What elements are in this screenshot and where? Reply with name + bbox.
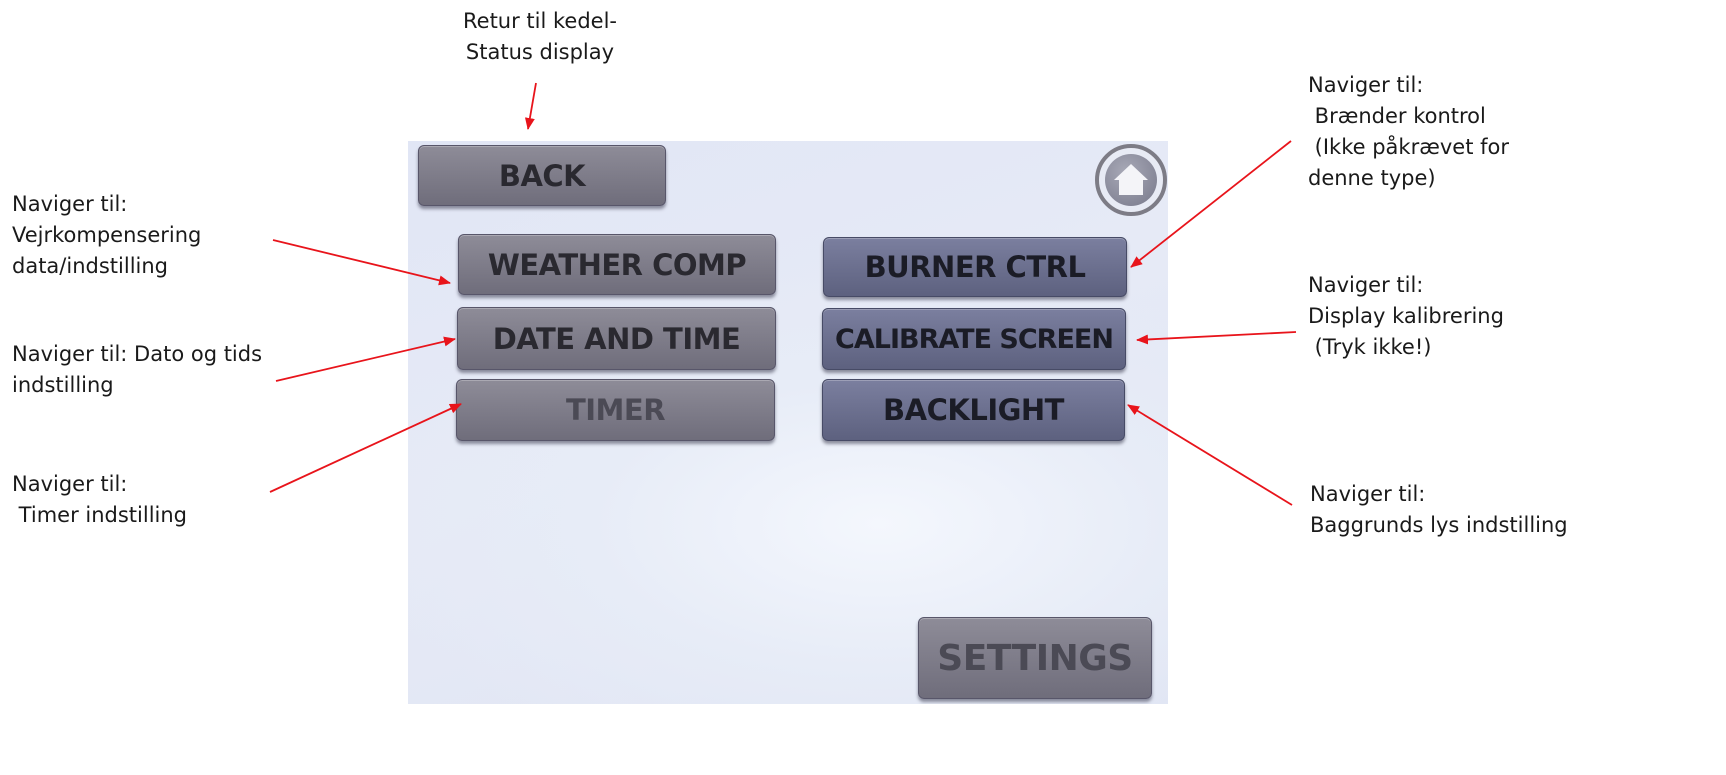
backlight-label: BACKLIGHT bbox=[883, 393, 1064, 427]
annotation-date-line-2: indstilling bbox=[12, 373, 114, 397]
annotation-backlight-line-1: Naviger til: bbox=[1310, 482, 1426, 506]
annotation-backlight: Naviger til: Baggrunds lys indstilling bbox=[1310, 479, 1568, 541]
weather-comp-label: WEATHER COMP bbox=[487, 247, 747, 282]
annotation-back: Retur til kedel- Status display bbox=[420, 6, 660, 68]
annotation-timer-line-1: Naviger til: bbox=[12, 472, 128, 496]
house-glyph bbox=[1114, 164, 1148, 195]
settings-label: SETTINGS bbox=[937, 637, 1133, 679]
date-and-time-button[interactable]: DATE AND TIME bbox=[457, 307, 776, 370]
annotation-calibrate-line-2: Display kalibrering bbox=[1308, 304, 1504, 328]
calibrate-screen-label: CALIBRATE SCREEN bbox=[835, 323, 1114, 355]
settings-button[interactable]: SETTINGS bbox=[918, 617, 1152, 699]
annotation-burner-line-4: denne type) bbox=[1308, 166, 1436, 190]
back-button[interactable]: BACK bbox=[418, 145, 666, 206]
home-icon[interactable] bbox=[1095, 144, 1167, 216]
annotation-weather-line-2: Vejrkompensering bbox=[12, 223, 202, 247]
annotation-calibrate-line-1: Naviger til: bbox=[1308, 273, 1424, 297]
timer-label: TIMER bbox=[565, 393, 666, 427]
date-and-time-label: DATE AND TIME bbox=[492, 321, 741, 356]
calibrate-screen-button[interactable]: CALIBRATE SCREEN bbox=[822, 308, 1126, 370]
annotation-weather-line-3: data/indstilling bbox=[12, 254, 169, 278]
annotation-back-line-2: Status display bbox=[465, 40, 615, 64]
annotation-date-line-1: Naviger til: Dato og tids bbox=[12, 342, 263, 366]
burner-ctrl-label: BURNER CTRL bbox=[864, 250, 1086, 284]
arrow-back bbox=[524, 82, 537, 130]
annotation-date: Naviger til: Dato og tids indstilling bbox=[12, 339, 262, 401]
annotation-burner-line-1: Naviger til: bbox=[1308, 73, 1424, 97]
annotation-burner-line-3: (Ikke påkrævet for bbox=[1308, 135, 1509, 159]
annotation-back-line-1: Retur til kedel- bbox=[463, 9, 617, 33]
device-screen: BACK WEATHER COMP BURNER CTRL DATE AND T… bbox=[408, 141, 1168, 704]
annotation-backlight-line-2: Baggrunds lys indstilling bbox=[1310, 513, 1568, 537]
timer-button[interactable]: TIMER bbox=[456, 379, 775, 441]
annotation-timer-line-2: Timer indstilling bbox=[12, 503, 188, 527]
annotation-timer: Naviger til: Timer indstilling bbox=[12, 469, 187, 531]
home-icon-disc bbox=[1105, 154, 1157, 206]
annotation-burner: Naviger til: Brænder kontrol (Ikke påkræ… bbox=[1308, 70, 1509, 194]
annotation-calibrate: Naviger til: Display kalibrering (Tryk i… bbox=[1308, 270, 1504, 363]
annotation-weather: Naviger til: Vejrkompensering data/indst… bbox=[12, 189, 201, 282]
burner-ctrl-button[interactable]: BURNER CTRL bbox=[823, 237, 1127, 297]
backlight-button[interactable]: BACKLIGHT bbox=[822, 379, 1125, 441]
annotation-weather-line-1: Naviger til: bbox=[12, 192, 128, 216]
weather-comp-button[interactable]: WEATHER COMP bbox=[458, 234, 776, 295]
annotation-calibrate-line-3: (Tryk ikke!) bbox=[1308, 335, 1432, 359]
back-button-label: BACK bbox=[498, 158, 586, 193]
annotation-burner-line-2: Brænder kontrol bbox=[1308, 104, 1486, 128]
